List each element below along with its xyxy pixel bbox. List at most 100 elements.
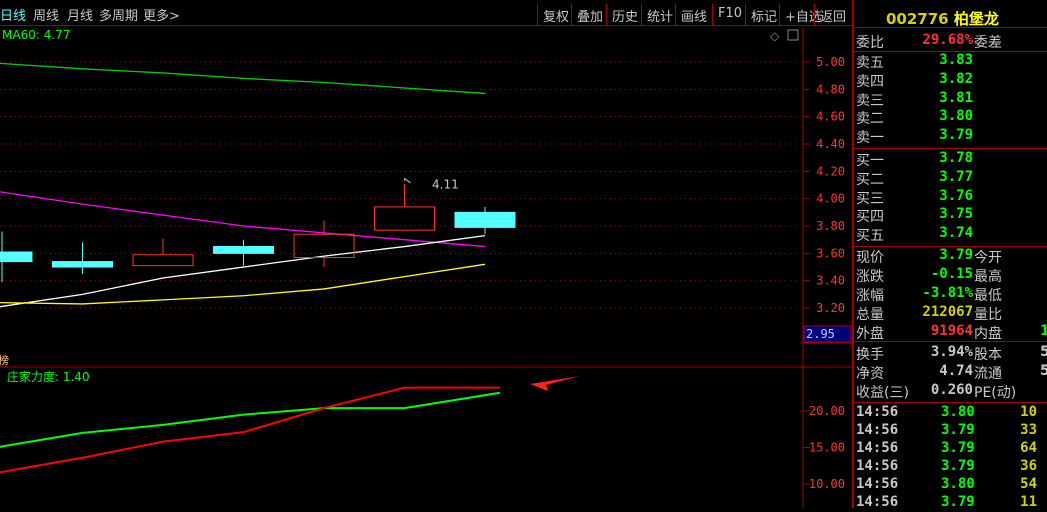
tab-period-0[interactable]: 日线 [0,5,26,24]
row-label-2: 流通 [974,366,1002,382]
diamond-icon: ◇ [770,29,780,43]
trade-row: 14:56 3.79 11 [856,494,1047,512]
price-tick-label: 4.40 [816,137,845,151]
indicator-tick-label: 15.00 [809,441,845,455]
candle-body [213,246,274,254]
toolbar-button-5[interactable]: F10 [712,4,747,25]
buy-level-row: 买一 3.78 [856,150,1047,169]
row-label-2: PE(动) [974,385,1017,401]
row-label-2: 今开 [974,250,1002,266]
indicator-line-1 [0,386,500,474]
current-price-axis-label: 2.95 [806,327,835,341]
row-value: 3.81 [939,89,973,106]
trade-row: 14:56 3.80 10 [856,404,1047,422]
row-value: 4.74 [939,363,973,379]
toolbar-button-6[interactable]: 标记 [745,4,782,25]
row-value: 91964 [930,323,973,339]
row-label-2: 最高 [974,269,1002,285]
row-value: 3.79 [939,127,973,144]
divider [854,27,1047,28]
sell-level-row: 卖四 3.82 [856,71,1047,90]
divider [854,402,1047,403]
tab-period-2[interactable]: 月线 [67,5,93,24]
quote-panel: 002776 柏堡龙 委比 29.68% 委差 卖五 3.83 卖四 3.82 卖三 3.81 卖二… [852,0,1047,510]
trade-time: 14:56 [856,476,899,492]
price-tick-label: 3.80 [816,219,845,233]
toolbar-button-1[interactable]: 叠加 [571,4,608,25]
high-marker-label: 4.11 [432,178,459,192]
row-value: 29.68% [922,32,973,48]
row-label: 买三 [856,190,884,207]
price-tick-label: 3.40 [816,274,845,288]
quote-row: 涨跌 -0.15 最高 [856,266,1047,285]
row-label-2: 内盘 [974,326,1002,342]
ma-line-1 [0,191,486,248]
kline-chart[interactable]: 5.00 4.80 4.60 4.40 4.20 4.00 3.80 3.60 3.40 3.20… [0,27,852,508]
price-tick-label: 4.60 [816,110,845,124]
divider [854,341,1047,342]
row-label: 总量 [856,307,884,323]
stock-name: 柏堡龙 [953,10,999,28]
price-tick-label: 3.60 [816,246,845,260]
trade-volume: 64 [1020,440,1037,456]
trade-volume: 33 [1020,422,1037,438]
buy-level-row: 买三 3.76 [856,188,1047,207]
toolbar-button-8[interactable]: 返回 [814,4,851,25]
trade-volume: 10 [1020,404,1037,420]
trade-time: 14:56 [856,404,899,420]
buy-level-row: 买五 3.74 [856,225,1047,244]
buy-level-row: 买四 3.75 [856,206,1047,225]
row-label: 卖四 [856,73,884,90]
row-value: 3.80 [939,108,973,125]
trade-price: 3.79 [941,440,975,456]
row-value: -0.15 [930,266,973,282]
buy-level-row: 买二 3.77 [856,169,1047,188]
row-label: 现价 [856,250,884,266]
toolbar-button-4[interactable]: 画线 [675,4,712,25]
row-value-2: 5 [1040,344,1047,360]
stock-title: 002776 柏堡龙 [886,8,999,29]
trade-row: 14:56 3.79 33 [856,422,1047,440]
tab-period-3[interactable]: 多周期 [99,5,138,24]
info-row: 净资 4.74 流通 5 [856,363,1047,382]
high-marker-arrow-icon [404,177,411,184]
indicator-tick-label: 20.00 [809,404,845,418]
row-label: 买四 [856,209,884,226]
row-label: 卖三 [856,92,884,109]
trade-row: 14:56 3.79 36 [856,458,1047,476]
row-label: 涨跌 [856,269,884,285]
sell-level-row: 卖五 3.83 [856,52,1047,71]
row-value-2: 1 [1040,323,1047,339]
row-label: 涨幅 [856,288,884,304]
row-value: 3.76 [939,187,973,204]
sell-level-row: 卖三 3.81 [856,90,1047,109]
divider [854,148,1047,149]
row-value-2: 5 [1040,363,1047,379]
ma-line-0 [0,62,486,95]
row-label: 委比 [856,35,884,51]
trade-time: 14:56 [856,422,899,438]
row-label-2: 委差 [974,35,1002,51]
toolbar-button-3[interactable]: 统计 [641,4,678,25]
tab-period-4[interactable]: 更多> [143,5,180,24]
tab-period-1[interactable]: 周线 [33,5,59,24]
row-label: 换手 [856,347,884,363]
row-value: 3.77 [939,168,973,185]
row-value: 3.82 [939,70,973,87]
price-tick-label: 4.00 [816,192,845,206]
trade-time: 14:56 [856,440,899,456]
row-label: 卖五 [856,55,884,71]
ma60-label: MA60: 4.77 [2,28,70,42]
price-tick-label: 4.80 [816,82,845,96]
row-label: 买五 [856,228,884,245]
row-value: 3.83 [939,52,973,68]
toolbar-button-2[interactable]: 历史 [606,4,643,25]
candle-body [454,211,516,228]
row-value: 3.79 [939,247,973,263]
trade-volume: 54 [1020,476,1037,492]
trade-price: 3.79 [941,458,975,474]
info-row: 换手 3.94% 股本 5 [856,344,1047,363]
toolbar-button-0[interactable]: 复权 [537,4,574,25]
row-label: 买二 [856,171,884,188]
trade-price: 3.79 [941,422,975,438]
